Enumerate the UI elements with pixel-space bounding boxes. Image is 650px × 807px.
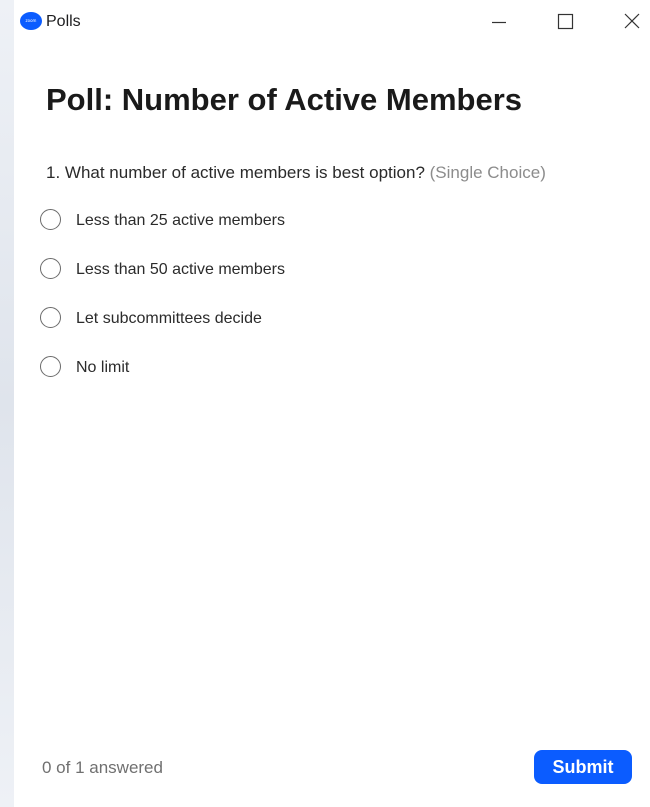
option-label: Let subcommittees decide (76, 310, 262, 327)
polls-window: zoom Polls Poll: Number of Active Member… (14, 0, 650, 807)
question-type-label: (Single Choice) (429, 163, 546, 182)
close-icon (624, 13, 640, 29)
desktop-background (0, 0, 14, 807)
close-button[interactable] (617, 8, 647, 36)
option-label: No limit (76, 359, 130, 376)
zoom-logo-icon: zoom (20, 12, 42, 30)
option-label: Less than 25 active members (76, 212, 285, 229)
minimize-button[interactable] (484, 8, 514, 36)
question-text: 1. What number of active members is best… (46, 163, 546, 183)
answered-count: 0 of 1 answered (42, 758, 163, 777)
answer-option[interactable]: No limit (40, 354, 600, 403)
answer-options: Less than 25 active members Less than 50… (40, 207, 600, 403)
option-label: Less than 50 active members (76, 261, 285, 278)
window-title: Polls (46, 13, 81, 30)
answer-option[interactable]: Let subcommittees decide (40, 305, 600, 354)
poll-title: Poll: Number of Active Members (46, 82, 523, 117)
title-bar: zoom Polls (14, 0, 650, 44)
submit-button[interactable]: Submit (534, 750, 632, 784)
maximize-icon (557, 13, 574, 30)
radio-button[interactable] (40, 307, 61, 328)
maximize-button[interactable] (550, 8, 580, 36)
radio-button[interactable] (40, 258, 61, 279)
question-label: 1. What number of active members is best… (46, 163, 425, 182)
minimize-icon (492, 21, 506, 24)
answer-option[interactable]: Less than 25 active members (40, 207, 600, 256)
radio-button[interactable] (40, 356, 61, 377)
radio-button[interactable] (40, 209, 61, 230)
answer-option[interactable]: Less than 50 active members (40, 256, 600, 305)
